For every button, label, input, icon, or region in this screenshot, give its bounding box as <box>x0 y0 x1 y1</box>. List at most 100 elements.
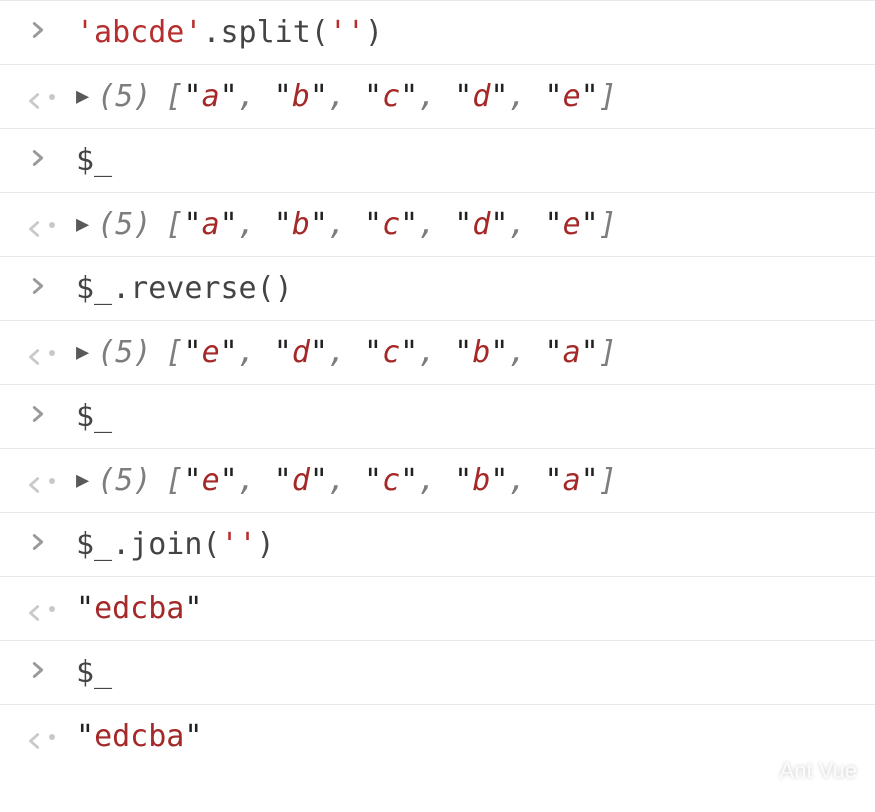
code-token: '' <box>221 527 257 562</box>
console-input-row: $_.join('') <box>0 512 875 576</box>
expand-triangle-icon[interactable]: ▶ <box>76 342 89 364</box>
close-bracket: ] <box>599 79 617 114</box>
array-item: "e" <box>184 463 238 498</box>
array-item: "e" <box>184 335 238 370</box>
output-chevron-icon <box>18 213 58 237</box>
code-token: $_ <box>76 143 112 178</box>
comma: , <box>508 79 526 114</box>
comma: , <box>238 207 256 242</box>
array-item: "d" <box>274 335 328 370</box>
input-chevron-icon <box>18 403 58 430</box>
console-output-row: ▶(5) ["e","d","c","b","a"] <box>0 448 875 512</box>
close-bracket: ] <box>599 207 617 242</box>
output-string: "edcba" <box>76 719 875 754</box>
string-value: "edcba" <box>76 591 202 626</box>
open-bracket: [ <box>165 79 183 114</box>
expand-triangle-icon[interactable]: ▶ <box>76 470 89 492</box>
expand-triangle-icon[interactable]: ▶ <box>76 214 89 236</box>
output-chevron-icon <box>18 597 58 621</box>
array-item: "c" <box>364 207 418 242</box>
comma: , <box>508 335 526 370</box>
input-chevron-icon <box>18 19 58 46</box>
output-array: ▶(5) ["a","b","c","d","e"] <box>76 79 875 114</box>
console-input-row: $_ <box>0 384 875 448</box>
array-length: (5) <box>97 207 151 242</box>
console-output-row: ▶(5) ["a","b","c","d","e"] <box>0 64 875 128</box>
array-item: "e" <box>545 207 599 242</box>
array-item: "a" <box>545 463 599 498</box>
array-item: "d" <box>454 79 508 114</box>
comma: , <box>508 463 526 498</box>
array-item: "a" <box>184 79 238 114</box>
array-item: "d" <box>454 207 508 242</box>
console-output-row: ▶(5) ["a","b","c","d","e"] <box>0 192 875 256</box>
code-token: 'abcde' <box>76 15 202 50</box>
input-code: $_ <box>76 399 875 434</box>
comma: , <box>418 335 436 370</box>
comma: , <box>328 79 346 114</box>
code-token: ) <box>257 527 275 562</box>
console-input-row: $_ <box>0 640 875 704</box>
input-code: 'abcde'.split('') <box>76 15 875 50</box>
code-token: $_ <box>76 399 112 434</box>
output-array: ▶(5) ["a","b","c","d","e"] <box>76 207 875 242</box>
code-token: $_.reverse() <box>76 271 293 306</box>
input-code: $_.reverse() <box>76 271 875 306</box>
code-token: $_.join( <box>76 527 221 562</box>
comma: , <box>238 463 256 498</box>
comma: , <box>328 463 346 498</box>
array-length: (5) <box>97 463 151 498</box>
input-chevron-icon <box>18 147 58 174</box>
array-length: (5) <box>97 335 151 370</box>
array-item: "c" <box>364 79 418 114</box>
open-bracket: [ <box>165 463 183 498</box>
comma: , <box>418 463 436 498</box>
comma: , <box>328 207 346 242</box>
output-chevron-icon <box>18 341 58 365</box>
comma: , <box>508 207 526 242</box>
input-chevron-icon <box>18 531 58 558</box>
close-bracket: ] <box>599 463 617 498</box>
comma: , <box>238 79 256 114</box>
array-item: "b" <box>454 335 508 370</box>
comma: , <box>418 79 436 114</box>
console-log: 'abcde'.split('')▶(5) ["a","b","c","d","… <box>0 0 875 768</box>
expand-triangle-icon[interactable]: ▶ <box>76 86 89 108</box>
input-code: $_ <box>76 143 875 178</box>
array-item: "a" <box>184 207 238 242</box>
code-token: ) <box>365 15 383 50</box>
array-item: "b" <box>274 79 328 114</box>
input-chevron-icon <box>18 659 58 686</box>
array-item: "c" <box>364 463 418 498</box>
array-item: "e" <box>545 79 599 114</box>
output-array: ▶(5) ["e","d","c","b","a"] <box>76 463 875 498</box>
input-chevron-icon <box>18 275 58 302</box>
watermark: Ant Vue <box>750 758 857 784</box>
array-item: "c" <box>364 335 418 370</box>
close-bracket: ] <box>599 335 617 370</box>
output-string: "edcba" <box>76 591 875 626</box>
comma: , <box>238 335 256 370</box>
code-token: $_ <box>76 655 112 690</box>
array-item: "b" <box>454 463 508 498</box>
string-value: "edcba" <box>76 719 202 754</box>
code-token: .split( <box>202 15 328 50</box>
console-output-row: "edcba" <box>0 704 875 768</box>
output-chevron-icon <box>18 725 58 749</box>
output-array: ▶(5) ["e","d","c","b","a"] <box>76 335 875 370</box>
watermark-text: Ant Vue <box>780 758 857 784</box>
array-length: (5) <box>97 79 151 114</box>
console-input-row: $_ <box>0 128 875 192</box>
array-item: "a" <box>545 335 599 370</box>
console-output-row: ▶(5) ["e","d","c","b","a"] <box>0 320 875 384</box>
wechat-icon <box>750 760 772 782</box>
input-code: $_.join('') <box>76 527 875 562</box>
array-item: "b" <box>274 207 328 242</box>
open-bracket: [ <box>165 335 183 370</box>
input-code: $_ <box>76 655 875 690</box>
console-input-row: $_.reverse() <box>0 256 875 320</box>
open-bracket: [ <box>165 207 183 242</box>
console-output-row: "edcba" <box>0 576 875 640</box>
array-item: "d" <box>274 463 328 498</box>
output-chevron-icon <box>18 85 58 109</box>
